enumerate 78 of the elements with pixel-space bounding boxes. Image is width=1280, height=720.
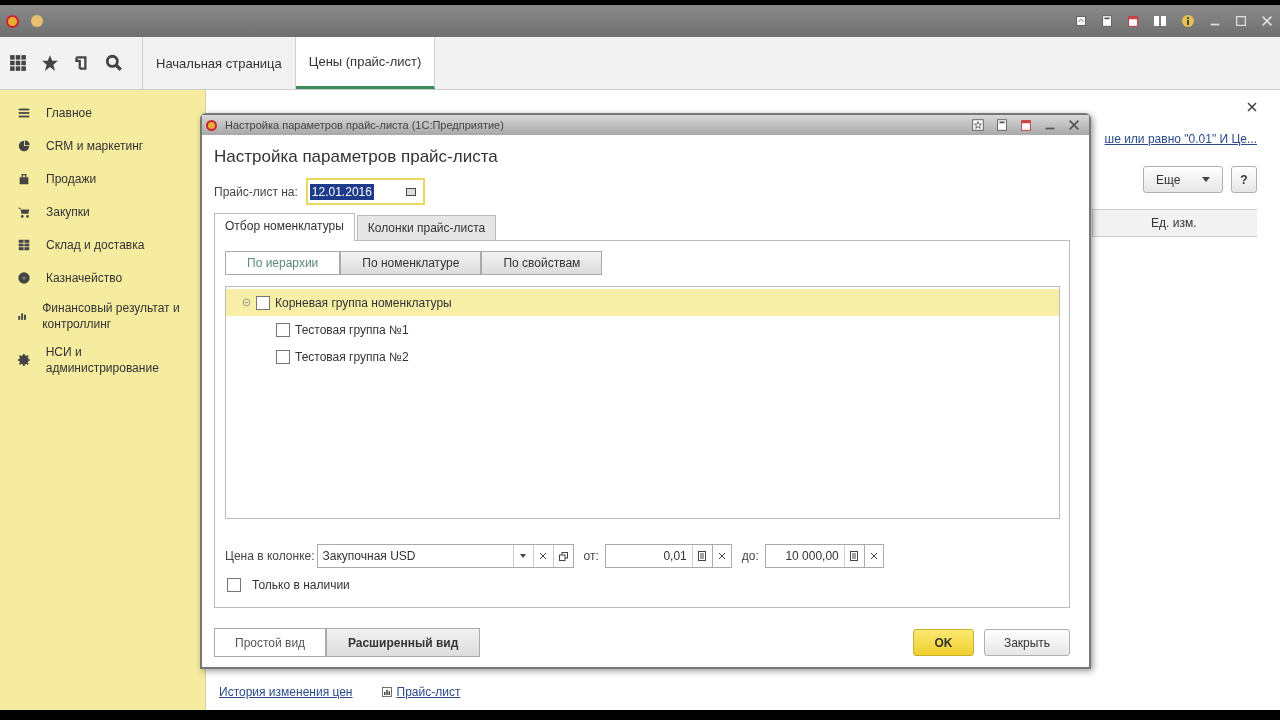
filter-tab[interactable]: По свойствам (481, 251, 603, 275)
dialog-title: Настройка параметров прайс-листа (1С:Предприятие) (225, 119, 504, 131)
pie-chart-icon (17, 138, 31, 153)
search-icon[interactable] (105, 54, 123, 72)
link[interactable]: Прайс-лист (396, 685, 461, 699)
filter-link[interactable]: ше или равно "0.01" И Це... (1104, 132, 1257, 146)
warehouse-icon (17, 237, 31, 252)
help-button[interactable]: ? (1231, 166, 1257, 193)
tab[interactable]: Колонки прайс-листа (356, 215, 497, 240)
star-icon[interactable] (41, 54, 59, 72)
panels-icon[interactable] (1152, 13, 1168, 29)
calendar-icon[interactable] (1019, 118, 1033, 132)
app-logo-icon (206, 119, 217, 131)
sidebar-item[interactable]: Казначейство (0, 263, 205, 296)
price-column-field[interactable]: Закупочная USD (316, 544, 574, 568)
maximize-icon[interactable] (1234, 14, 1248, 28)
info-icon[interactable] (1180, 13, 1196, 29)
checkbox-label: Только в наличии (252, 578, 350, 592)
close-icon (540, 553, 547, 559)
tab[interactable]: Цены (прайс-лист) (295, 37, 436, 89)
link[interactable]: История изменения цен (219, 685, 353, 699)
tree-item-label: Тестовая группа №1 (295, 322, 409, 337)
to-label: до: (741, 549, 759, 563)
shopping-bag-icon (17, 171, 31, 186)
filter-tab[interactable]: По иерархии (225, 251, 341, 275)
checkbox[interactable] (227, 578, 241, 592)
calculator-icon (698, 551, 707, 561)
clear-button[interactable] (711, 544, 732, 568)
calculator-icon (850, 551, 859, 561)
column-header: Ед. изм. (1092, 209, 1257, 237)
apps-grid-icon[interactable] (9, 54, 27, 72)
from-label: от: (583, 549, 599, 563)
tree-item-label: Корневая группа номенклатуры (275, 295, 452, 310)
sidebar-item[interactable]: Склад и доставка (0, 230, 205, 263)
checkbox[interactable] (256, 295, 270, 310)
report-icon (380, 686, 393, 698)
tab[interactable]: Начальная страница (143, 37, 296, 89)
calendar-icon[interactable] (1126, 14, 1140, 28)
close-icon (870, 553, 877, 559)
app-logo-icon (6, 14, 19, 28)
sidebar-item[interactable]: Продажи (0, 164, 205, 197)
to-field[interactable]: 10 000,00 (764, 544, 865, 568)
date-field[interactable]: 12.01.2016 (305, 178, 425, 205)
close-icon[interactable] (1067, 118, 1081, 132)
coin-icon (17, 270, 31, 285)
sidebar-item[interactable]: НСИ и администрирование (0, 340, 205, 384)
close-icon[interactable] (1247, 102, 1257, 112)
tree-row[interactable]: Тестовая группа №1 (226, 316, 1059, 343)
ok-button[interactable]: OK (913, 629, 974, 656)
gear-icon (17, 353, 31, 367)
view-toggle[interactable]: Простой вид (214, 628, 327, 657)
tree-row[interactable]: Корневая группа номенклатуры (226, 289, 1059, 316)
copy-icon (558, 551, 568, 561)
price-column-label: Цена в колонке: (225, 549, 315, 563)
caret-icon (520, 554, 527, 558)
caret-icon (1202, 177, 1210, 182)
sidebar-item[interactable]: CRM и маркетинг (0, 131, 205, 164)
from-field[interactable]: 0,01 (604, 544, 713, 568)
sidebar-item[interactable]: Закупки (0, 197, 205, 230)
date-label: Прайс-лист на: (214, 184, 298, 199)
close-button[interactable]: Закрыть (984, 629, 1070, 656)
close-icon (718, 553, 725, 559)
checkbox[interactable] (276, 349, 290, 364)
tree-row[interactable]: Тестовая группа №2 (226, 343, 1059, 370)
sidebar-item[interactable]: Главное (0, 98, 205, 131)
dialog-heading: Настройка параметров прайс-листа (214, 147, 499, 167)
calculator-icon[interactable] (1100, 14, 1114, 28)
view-toggle[interactable]: Расширенный вид (326, 628, 481, 657)
calculator-icon[interactable] (995, 118, 1009, 132)
favorite-icon[interactable] (971, 118, 985, 132)
more-button[interactable]: Еще (1143, 166, 1223, 193)
checkbox[interactable] (276, 322, 290, 337)
calendar-icon[interactable] (405, 187, 416, 196)
sidebar-item[interactable]: Финансовый результат и контроллинг (0, 296, 205, 340)
clear-button[interactable] (863, 544, 884, 568)
tab[interactable]: Отбор номенклатуры (214, 213, 355, 241)
filter-tab[interactable]: По номенклатуре (340, 251, 482, 275)
tree-item-label: Тестовая группа №2 (295, 349, 409, 364)
